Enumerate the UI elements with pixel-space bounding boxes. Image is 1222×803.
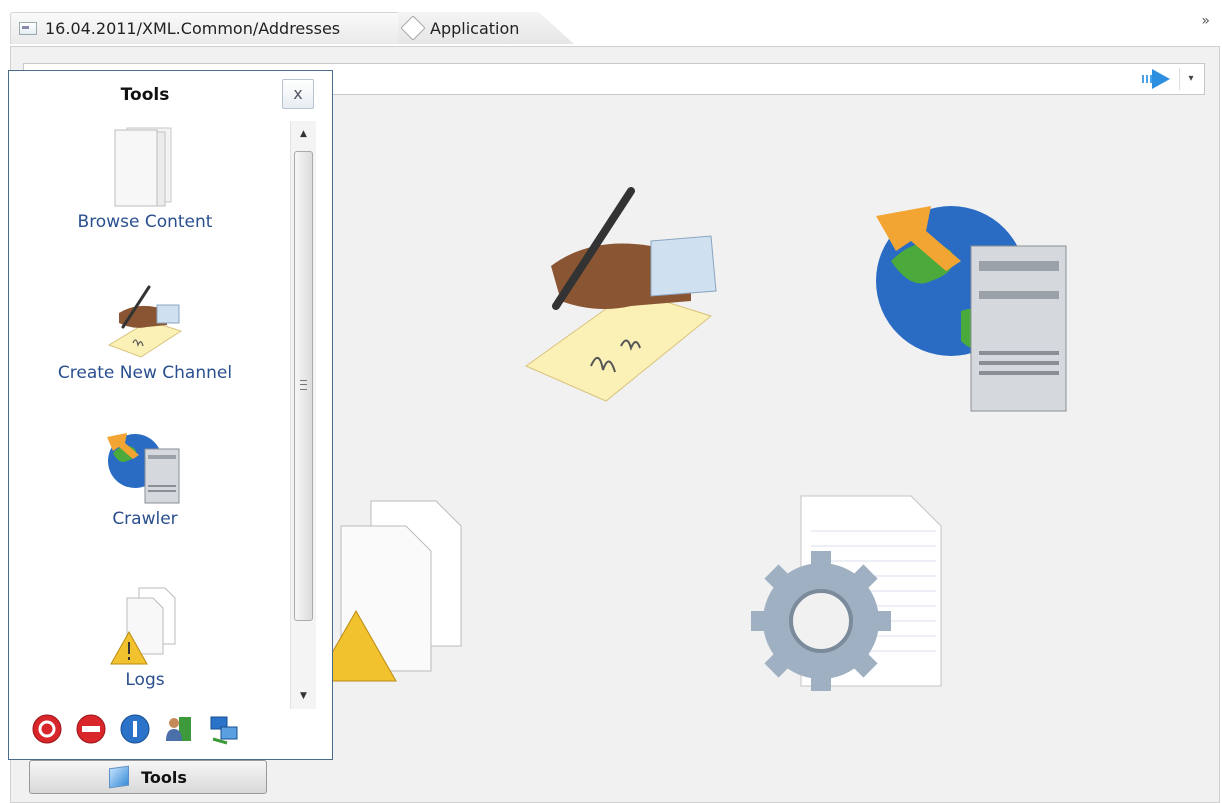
network-icon[interactable] (207, 713, 239, 745)
tool-label: Browse Content (77, 212, 213, 232)
warning-documents-icon (110, 587, 176, 665)
close-icon[interactable]: x (282, 79, 314, 109)
tools-toggle-label: Tools (141, 767, 187, 787)
signing-hand-icon (107, 285, 183, 358)
go-button[interactable] (1142, 69, 1176, 89)
globe-server-large-icon[interactable] (871, 201, 1091, 421)
quick-actions (31, 711, 239, 747)
application-tag-icon (400, 15, 426, 41)
user-exit-icon[interactable] (163, 713, 195, 745)
tool-crawler[interactable]: Crawler (9, 431, 281, 529)
tool-label: Crawler (112, 509, 178, 529)
tab-application[interactable]: Application (398, 12, 574, 44)
tab-addresses[interactable]: 16.04.2011/XML.Common/Addresses (10, 12, 400, 44)
address-dropdown-button[interactable]: ▾ (1179, 68, 1202, 90)
scroll-down-icon[interactable]: ▼ (291, 685, 316, 707)
tool-label: Create New Channel (57, 363, 233, 383)
globe-server-icon (107, 433, 180, 504)
stop-icon[interactable] (75, 713, 107, 745)
scroll-thumb[interactable] (294, 151, 313, 621)
tool-logs[interactable]: Logs (9, 586, 281, 690)
tab-label: Application (430, 18, 520, 38)
tools-panel: Tools x Browse Content Create New Channe… (8, 70, 333, 760)
tab-overflow-chevron-icon[interactable]: » (1201, 14, 1210, 28)
blank-pages-icon (114, 127, 172, 207)
power-icon[interactable] (31, 713, 63, 745)
tab-label: 16.04.2011/XML.Common/Addresses (45, 19, 341, 38)
tools-panel-icon (109, 765, 130, 789)
settings-document-large-icon[interactable] (751, 491, 961, 701)
tab-strip: 16.04.2011/XML.Common/Addresses Applicat… (0, 0, 1222, 46)
tool-label: Logs (125, 670, 165, 690)
signing-hand-large-icon[interactable] (511, 171, 741, 411)
warning-documents-large-icon[interactable] (311, 481, 471, 691)
grip-icon (300, 380, 307, 390)
tool-create-new-channel[interactable]: Create New Channel (9, 283, 281, 383)
tool-browse-content[interactable]: Browse Content (9, 126, 281, 232)
tools-toggle-button[interactable]: Tools (29, 760, 267, 794)
document-icon (19, 22, 37, 35)
tools-scrollbar[interactable]: ▲ ▼ (290, 121, 316, 709)
tools-panel-title: Tools (120, 85, 170, 105)
pause-icon[interactable] (119, 713, 151, 745)
scroll-up-icon[interactable]: ▲ (291, 123, 316, 145)
